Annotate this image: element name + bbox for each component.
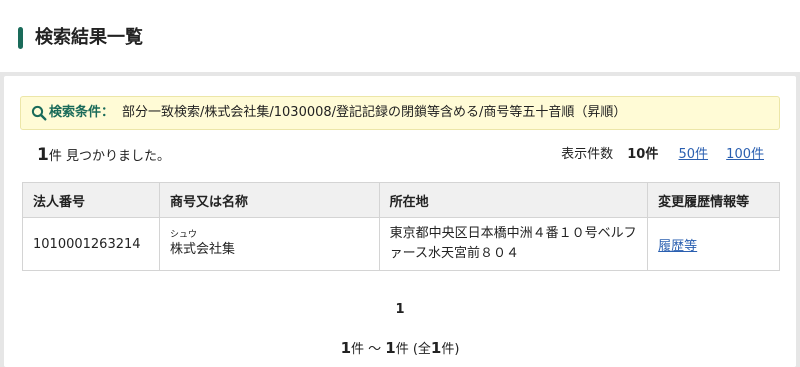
results-count-suffix: 件 見つかりました。 xyxy=(48,149,170,164)
range-end: 1 xyxy=(385,339,396,357)
per-page-current: 10件 xyxy=(627,147,659,162)
range-total-suffix: 件) xyxy=(441,342,460,357)
range-end-suffix: 件 (全 xyxy=(395,342,431,357)
per-page-option-100[interactable]: 100件 xyxy=(726,147,764,162)
range-start: 1 xyxy=(340,339,351,357)
history-link[interactable]: 履歴等 xyxy=(658,239,697,254)
search-conditions-text: 部分一致検索/株式会社集/1030008/登記記録の閉鎖等含める/商号等五十音順… xyxy=(122,105,627,120)
column-header-history: 変更履歴情報等 xyxy=(647,182,780,218)
company-name: 株式会社集 xyxy=(169,242,235,257)
header-accent-bar xyxy=(18,27,23,49)
results-count: 1件 見つかりました。 xyxy=(37,144,170,168)
range-start-suffix: 件 ～ xyxy=(351,342,386,357)
per-page-option-50[interactable]: 50件 xyxy=(678,147,708,162)
history-cell: 履歴等 xyxy=(647,217,780,271)
pagination-range: 1件 ～ 1件 (全1件) xyxy=(4,338,796,357)
results-count-number: 1 xyxy=(37,145,49,165)
column-header-address: 所在地 xyxy=(378,182,649,218)
address-line-1: 東京都中央区日本橋中洲４番１０号ベルフ xyxy=(389,226,637,241)
search-conditions-label: 検索条件： xyxy=(49,105,115,120)
address-cell: 東京都中央区日本橋中洲４番１０号ベルフ ァース水天宮前８０４ xyxy=(378,217,649,271)
column-header-name: 商号又は名称 xyxy=(158,182,380,218)
per-page-label: 表示件数 xyxy=(561,147,614,162)
results-panel: 検索条件： 部分一致検索/株式会社集/1030008/登記記録の閉鎖等含める/商… xyxy=(4,76,796,367)
table-header-row: 法人番号 商号又は名称 所在地 変更履歴情報等 xyxy=(22,182,780,218)
pagination-current-page[interactable]: 1 xyxy=(4,302,796,317)
per-page-selector: 表示件数 10件 50件 100件 xyxy=(561,144,764,166)
corp-number-cell: 1010001263214 xyxy=(22,217,160,271)
name-cell: シュウ 株式会社集 xyxy=(158,217,380,271)
search-conditions: 検索条件： 部分一致検索/株式会社集/1030008/登記記録の閉鎖等含める/商… xyxy=(20,96,780,130)
results-table: 法人番号 商号又は名称 所在地 変更履歴情報等 1010001263214 シュ… xyxy=(22,182,780,271)
page-header: 検索結果一覧 xyxy=(0,0,800,72)
page-title: 検索結果一覧 xyxy=(35,27,143,48)
range-total: 1 xyxy=(430,339,442,357)
column-header-corp-number: 法人番号 xyxy=(22,182,160,218)
name-kana: シュウ xyxy=(169,230,197,240)
address-line-2: ァース水天宮前８０４ xyxy=(389,246,519,261)
search-icon xyxy=(31,105,47,121)
table-row: 1010001263214 シュウ 株式会社集 東京都中央区日本橋中洲４番１０号… xyxy=(22,217,780,271)
